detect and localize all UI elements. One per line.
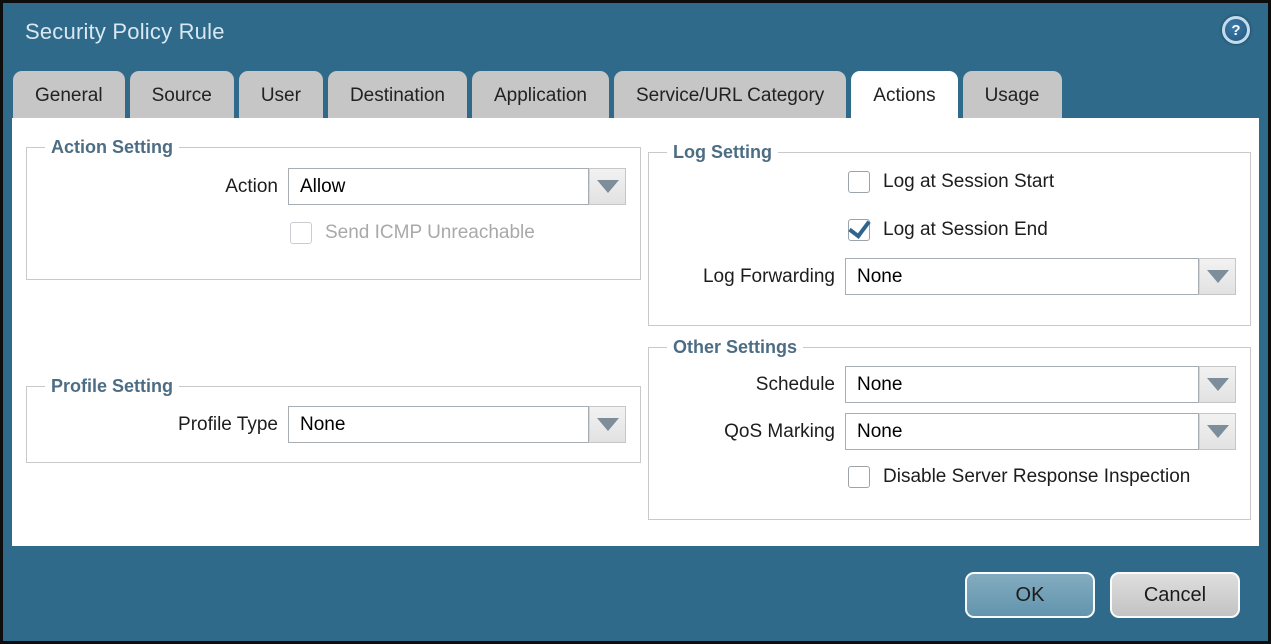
schedule-dropdown[interactable]: None [845,366,1236,403]
tab-user[interactable]: User [239,71,323,118]
ok-button[interactable]: OK [965,572,1095,618]
qos-marking-dropdown[interactable]: None [845,413,1236,450]
action-label: Action [41,176,278,198]
dialog-title: Security Policy Rule [25,19,225,45]
content-panel: Action Setting Action Allow Send ICMP Un… [12,118,1259,546]
action-row: Action Allow [41,168,626,205]
log-forwarding-row: Log Forwarding None [663,258,1236,295]
log-session-start-checkbox[interactable] [848,171,870,193]
send-icmp-checkbox [290,222,312,244]
tab-bar: General Source User Destination Applicat… [13,71,1258,118]
help-icon[interactable]: ? [1222,16,1250,44]
action-setting-group: Action Setting Action Allow Send ICMP Un… [26,137,641,280]
log-forwarding-dropdown-value[interactable]: None [845,258,1199,295]
action-dropdown[interactable]: Allow [288,168,626,205]
log-setting-legend: Log Setting [667,142,778,163]
dsri-label: Disable Server Response Inspection [883,466,1190,488]
profile-setting-legend: Profile Setting [45,376,179,397]
dsri-row: Disable Server Response Inspection [848,466,1236,488]
log-session-start-row: Log at Session Start [848,171,1236,193]
log-forwarding-dropdown[interactable]: None [845,258,1236,295]
dsri-checkbox[interactable] [848,466,870,488]
chevron-down-icon[interactable] [1199,366,1236,403]
log-session-end-row: Log at Session End [848,219,1236,241]
send-icmp-row: Send ICMP Unreachable [290,222,626,244]
schedule-label: Schedule [663,374,835,396]
action-setting-legend: Action Setting [45,137,179,158]
qos-marking-dropdown-value[interactable]: None [845,413,1199,450]
qos-marking-row: QoS Marking None [663,413,1236,450]
action-dropdown-value[interactable]: Allow [288,168,589,205]
profile-type-dropdown[interactable]: None [288,406,626,443]
tab-source[interactable]: Source [130,71,234,118]
log-session-end-label: Log at Session End [883,219,1048,241]
other-settings-legend: Other Settings [667,337,803,358]
tab-general[interactable]: General [13,71,125,118]
tab-actions[interactable]: Actions [851,71,957,118]
profile-type-dropdown-value[interactable]: None [288,406,589,443]
log-session-end-checkbox[interactable] [848,219,870,241]
chevron-down-icon[interactable] [589,406,626,443]
log-setting-group: Log Setting Log at Session Start Log at … [648,142,1251,326]
cancel-button[interactable]: Cancel [1110,572,1240,618]
log-forwarding-label: Log Forwarding [663,266,835,288]
schedule-dropdown-value[interactable]: None [845,366,1199,403]
schedule-row: Schedule None [663,366,1236,403]
tab-usage[interactable]: Usage [963,71,1062,118]
tab-service-url-category[interactable]: Service/URL Category [614,71,846,118]
other-settings-group: Other Settings Schedule None QoS Marking… [648,337,1251,520]
qos-marking-label: QoS Marking [663,421,835,443]
chevron-down-icon[interactable] [1199,258,1236,295]
footer: OK Cancel [965,572,1240,618]
security-policy-rule-dialog: Security Policy Rule ? General Source Us… [0,0,1271,644]
profile-type-label: Profile Type [41,414,278,436]
chevron-down-icon[interactable] [1199,413,1236,450]
log-session-start-label: Log at Session Start [883,171,1054,193]
tab-destination[interactable]: Destination [328,71,467,118]
send-icmp-label: Send ICMP Unreachable [325,222,535,244]
profile-type-row: Profile Type None [41,406,626,443]
tab-application[interactable]: Application [472,71,609,118]
profile-setting-group: Profile Setting Profile Type None [26,376,641,463]
chevron-down-icon[interactable] [589,168,626,205]
